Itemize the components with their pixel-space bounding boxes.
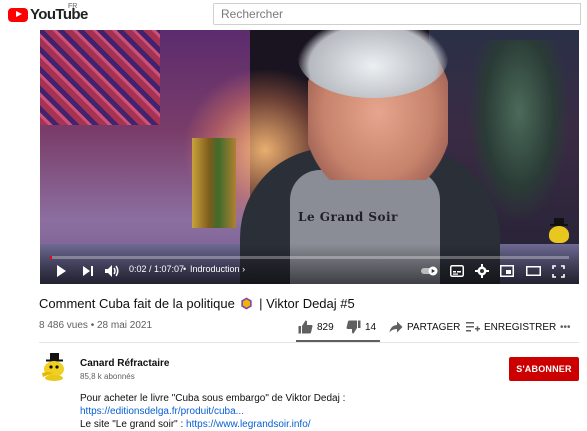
background-tapestry	[40, 30, 160, 125]
video-title: Comment Cuba fait de la politique | Vikt…	[39, 296, 355, 311]
chevron-right-icon: ›	[242, 264, 246, 274]
progress-bar[interactable]	[50, 256, 569, 259]
chapter-button[interactable]: Indroduction ›	[190, 264, 245, 274]
thumbs-down-icon	[346, 320, 361, 334]
channel-name[interactable]: Canard Réfractaire	[80, 358, 169, 369]
volume-icon	[105, 265, 119, 277]
subscriber-count: 85,8 k abonnés	[80, 372, 135, 381]
description-link-2[interactable]: https://www.legrandsoir.info/	[186, 419, 311, 430]
settings-icon	[475, 264, 489, 278]
description-line-3: Le site "Le grand soir" : https://www.le…	[80, 419, 311, 430]
time-display: 0:02 / 1:07:07	[129, 264, 185, 274]
search-input[interactable]: Rechercher	[213, 3, 581, 25]
youtube-play-logo-icon	[8, 7, 28, 22]
logo-text: YouTube	[30, 6, 88, 23]
next-button[interactable]	[82, 263, 94, 279]
miniplayer-icon	[500, 265, 514, 277]
autoplay-toggle[interactable]	[421, 263, 439, 279]
save-label: ENREGISTRER	[484, 321, 557, 333]
description-line-3-prefix: Le site "Le grand soir" :	[80, 419, 187, 430]
like-button[interactable]: 829	[298, 319, 334, 335]
video-title-text: Comment Cuba fait de la politique	[39, 296, 235, 311]
share-icon	[389, 321, 403, 333]
dislike-count: 14	[365, 321, 377, 333]
country-code: FR	[68, 3, 78, 10]
more-horizontal-icon: •••	[560, 321, 571, 333]
fullscreen-button[interactable]	[552, 263, 565, 279]
share-label: PARTAGER	[407, 321, 461, 333]
next-icon	[83, 266, 93, 276]
chapter-label: Indroduction	[190, 264, 240, 274]
playlist-add-icon	[466, 322, 480, 332]
theater-icon	[526, 266, 541, 276]
subtitles-button[interactable]	[450, 263, 464, 279]
dislike-button[interactable]: 14	[346, 319, 376, 335]
thumbs-up-icon	[298, 320, 313, 334]
tshirt-text: Le Grand Soir	[298, 210, 398, 224]
save-button[interactable]: ENREGISTRER	[466, 319, 556, 335]
masthead: YouTube FR Rechercher	[0, 0, 587, 30]
settings-button[interactable]	[475, 263, 489, 279]
description-link-1[interactable]: https://editionsdelga.fr/produit/cuba...	[80, 406, 244, 417]
more-actions-button[interactable]: •••	[560, 319, 571, 335]
like-count: 829	[317, 321, 334, 333]
hexagon-emoji-icon	[241, 297, 253, 310]
books	[192, 138, 236, 228]
volume-button[interactable]	[104, 263, 120, 279]
subtitles-icon	[450, 265, 464, 277]
description-line-1: Pour acheter le livre "Cuba sous embargo…	[80, 393, 346, 404]
play-icon	[57, 265, 66, 277]
theater-mode-button[interactable]	[526, 263, 541, 279]
video-title-suffix: | Viktor Dedaj #5	[259, 296, 355, 311]
channel-watermark-icon[interactable]	[545, 218, 573, 244]
divider	[39, 342, 579, 343]
video-meta: 8 486 vues • 28 mai 2021	[39, 320, 153, 331]
share-button[interactable]: PARTAGER	[389, 319, 460, 335]
progress-fill	[50, 256, 52, 259]
autoplay-toggle-icon	[421, 266, 438, 276]
channel-avatar[interactable]	[39, 352, 69, 382]
chapter-separator: •	[183, 264, 187, 274]
duck-mascot-icon	[42, 353, 64, 381]
fullscreen-icon	[552, 264, 565, 278]
video-player[interactable]: Le Grand Soir 0:02 / 1:07:07 • Indroduct…	[40, 30, 579, 284]
play-button[interactable]	[54, 263, 68, 279]
subscribe-button[interactable]: S'ABONNER	[509, 357, 579, 381]
controls-gradient	[40, 244, 579, 284]
miniplayer-button[interactable]	[500, 263, 514, 279]
